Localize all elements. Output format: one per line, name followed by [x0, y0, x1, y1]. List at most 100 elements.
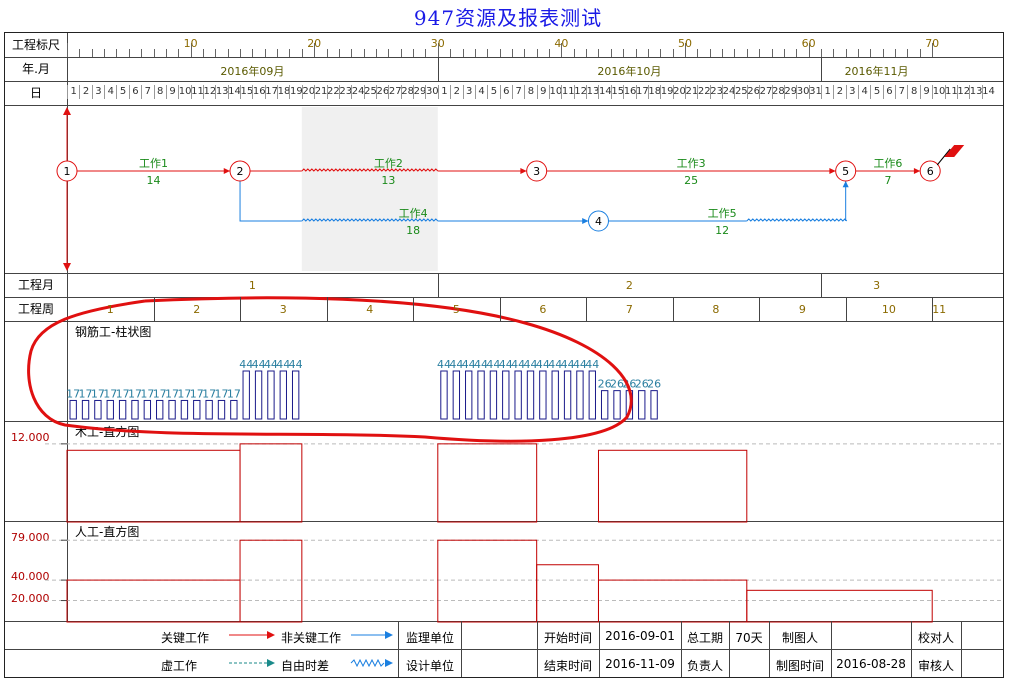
info-total-label: 总工期	[686, 631, 723, 645]
scale-tick	[734, 49, 736, 57]
scale-tick	[178, 49, 180, 57]
scale-tick	[759, 49, 761, 57]
scale-tick	[635, 49, 637, 57]
info-drawtime-label: 制图时间	[775, 659, 824, 673]
info-start-value: 2016-09-01	[605, 629, 675, 643]
scale-tick	[413, 49, 415, 57]
scale-tick	[104, 49, 106, 57]
scale-tick	[326, 49, 328, 57]
project-week-label: 1	[106, 303, 114, 316]
divider	[153, 297, 155, 321]
info-drawtime-value: 2016-08-28	[836, 657, 906, 671]
gantt-frame: 工程标尺 年.月 日 工程月 工程周 1 2 3 4 5 6 7 8 9 10 11 12 13 14 15…	[4, 32, 1004, 678]
scale-tick	[91, 49, 93, 57]
divider	[845, 297, 847, 321]
scale-tick	[487, 49, 489, 57]
scale-tick	[870, 49, 872, 57]
divider	[961, 621, 962, 677]
project-week-label: 6	[539, 303, 547, 316]
project-week-label: 4	[366, 303, 374, 316]
page-title: 947资源及报表测试	[413, 6, 603, 30]
scale-tick	[524, 49, 526, 57]
info-end-label: 结束时间	[543, 659, 592, 673]
divider	[326, 297, 328, 321]
divider	[437, 57, 439, 81]
scale-tick	[919, 49, 921, 57]
divider	[461, 621, 462, 677]
scale-tick	[647, 49, 649, 57]
scale-tick-label: 30	[430, 37, 445, 50]
scale-tick-label: 40	[554, 37, 569, 50]
scale-tick	[549, 49, 551, 57]
scale-tick	[499, 49, 501, 57]
scale-tick-label: 60	[801, 37, 816, 50]
project-week-label: 8	[712, 303, 720, 316]
scale-tick	[363, 49, 365, 57]
project-week-label: 10	[881, 303, 896, 316]
scale-tick	[536, 49, 538, 57]
scale-tick	[771, 49, 773, 57]
scale-tick	[202, 49, 204, 57]
scale-tick	[277, 49, 279, 57]
project-week-label: 5	[452, 303, 460, 316]
scale-tick	[252, 49, 254, 57]
info-start-label: 开始时间	[543, 631, 592, 645]
scale-tick	[672, 49, 674, 57]
scale-tick	[783, 49, 785, 57]
divider	[499, 297, 501, 321]
scale-tick	[153, 49, 155, 57]
scale-tick	[623, 49, 625, 57]
scale-tick-label: 50	[678, 37, 692, 50]
scale-tick	[141, 49, 143, 57]
info-designer: 设计单位	[405, 659, 454, 673]
scale-tick	[79, 49, 81, 57]
divider	[932, 297, 934, 321]
divider	[437, 273, 439, 297]
month-label: 2016年10月	[597, 65, 662, 78]
scale-tick	[462, 49, 464, 57]
project-month-label: 2	[625, 279, 633, 292]
divider	[820, 57, 822, 81]
info-total-value: 70天	[735, 631, 763, 645]
scale-tick	[289, 49, 291, 57]
divider	[586, 297, 588, 321]
scale-tick	[67, 43, 68, 57]
scale-tick	[820, 49, 822, 57]
scale-tick	[586, 49, 588, 57]
month-label: 2016年09月	[220, 65, 285, 78]
divider	[672, 297, 674, 321]
month-label: 2016年11月	[844, 65, 909, 78]
divider	[413, 297, 415, 321]
project-week-label: 2	[193, 303, 201, 316]
scale-tick	[858, 49, 860, 57]
scale-tick	[660, 49, 662, 57]
scale-tick	[450, 49, 452, 57]
legend-symbols	[229, 631, 393, 668]
divider	[240, 297, 242, 321]
info-reviewer-label: 审核人	[917, 659, 954, 673]
scale-tick	[227, 49, 229, 57]
scale-tick	[351, 49, 353, 57]
scale-tick-label: 10	[183, 37, 198, 50]
scale-tick	[746, 49, 748, 57]
scale-tick	[722, 49, 724, 57]
scale-tick	[882, 49, 884, 57]
scale-tick	[511, 49, 513, 57]
scale-tick	[128, 49, 130, 57]
project-month-label: 1	[248, 279, 256, 292]
scale-tick	[376, 49, 377, 57]
scale-tick	[709, 49, 711, 57]
project-week-label: 7	[625, 303, 633, 316]
scale-tick	[598, 49, 600, 57]
scale-tick	[425, 49, 427, 57]
scale-tick	[338, 49, 340, 57]
scale-tick	[796, 49, 798, 57]
project-month-label: 3	[873, 279, 881, 292]
project-week-label: 3	[279, 303, 287, 316]
scale-tick	[474, 49, 476, 57]
info-supervisor: 监理单位	[405, 631, 454, 645]
scale-tick	[610, 49, 612, 57]
info-owner-label: 负责人	[686, 659, 723, 673]
scale-tick	[165, 49, 167, 57]
scale-tick	[388, 49, 390, 57]
